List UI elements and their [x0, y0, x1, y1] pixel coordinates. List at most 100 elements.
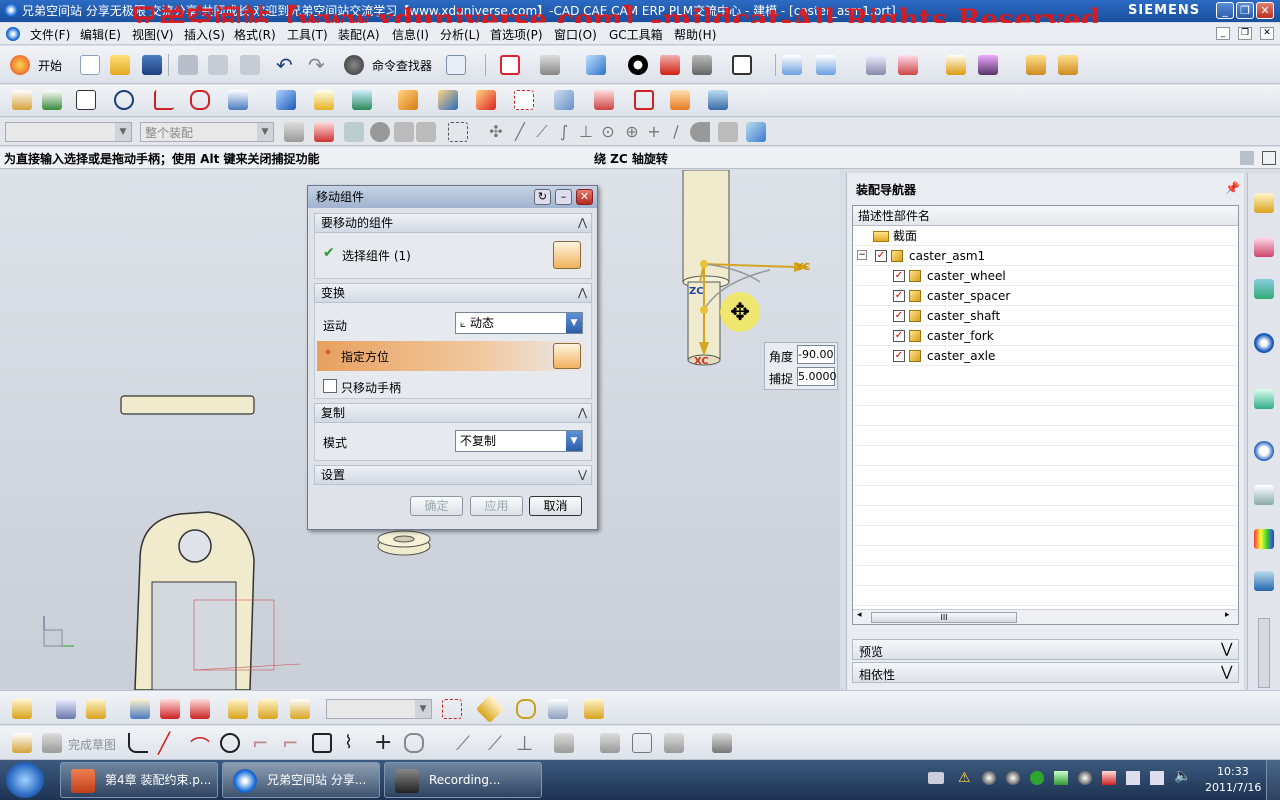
mirror-icon[interactable]: [634, 90, 654, 110]
make-corner-icon[interactable]: ⊥: [516, 731, 533, 755]
ruler-icon[interactable]: [1058, 55, 1078, 75]
move-wcs-icon[interactable]: [816, 55, 836, 75]
intersect-icon[interactable]: [476, 90, 496, 110]
restore-button[interactable]: ❐: [1236, 2, 1254, 19]
usb-icon[interactable]: [1126, 771, 1140, 785]
horizontal-scrollbar[interactable]: ◂ III ▸: [853, 609, 1238, 624]
taskbar-item-nx[interactable]: 兄弟空间站 分享...: [222, 762, 380, 798]
render-style-icon[interactable]: [628, 55, 648, 75]
sketch-icon[interactable]: [12, 733, 32, 753]
tree-row-part[interactable]: ✓ caster_axle: [853, 346, 1238, 366]
reset-icon[interactable]: ↻: [534, 189, 551, 205]
plus-icon[interactable]: [1030, 771, 1044, 785]
angle-input[interactable]: -90.00: [797, 345, 835, 364]
tree-row-part[interactable]: ✓ caster_spacer: [853, 286, 1238, 306]
ok-button[interactable]: 确定: [410, 496, 463, 516]
minimize-button[interactable]: _: [1216, 2, 1234, 19]
mirror-assembly-icon[interactable]: [160, 699, 180, 719]
show-desktop-button[interactable]: [1266, 760, 1280, 800]
constraint-navigator-tab[interactable]: [1254, 237, 1274, 257]
select-component-button[interactable]: [553, 241, 581, 269]
reuse-library-tab[interactable]: [1254, 333, 1274, 353]
column-header[interactable]: 描述性部件名: [853, 206, 1238, 226]
menu-tools[interactable]: 工具(T): [287, 26, 328, 43]
wave-link-icon[interactable]: [516, 699, 536, 719]
snap-point-icon[interactable]: +: [644, 122, 664, 142]
dimension-icon[interactable]: [554, 733, 574, 753]
taskbar-item-recording[interactable]: Recording...: [384, 762, 542, 798]
wcs-icon[interactable]: [782, 55, 802, 75]
snap-quadrant-icon[interactable]: ⊕: [622, 122, 642, 142]
visibility-checkbox[interactable]: ✓: [893, 310, 905, 322]
visibility-checkbox[interactable]: ✓: [875, 250, 887, 262]
new-component-icon[interactable]: [56, 699, 76, 719]
command-finder-label[interactable]: 命令查找器: [372, 57, 432, 74]
menu-file[interactable]: 文件(F): [30, 26, 70, 43]
cut-icon[interactable]: [178, 55, 198, 75]
dependencies-panel-header[interactable]: 相依性 ⋁: [852, 662, 1239, 683]
box-select-icon[interactable]: [448, 122, 468, 142]
subtract-icon[interactable]: [438, 90, 458, 110]
edge-display-icon[interactable]: [692, 55, 712, 75]
snap-grid-icon[interactable]: [718, 122, 738, 142]
snap-icon[interactable]: [978, 55, 998, 75]
snap-curve-icon[interactable]: ∫: [554, 122, 574, 142]
menu-info[interactable]: 信息(I): [392, 26, 429, 43]
measure-icon[interactable]: [1026, 55, 1046, 75]
assembly-constraint-icon[interactable]: [228, 699, 248, 719]
background-icon[interactable]: [732, 55, 752, 75]
process-studio-tab[interactable]: [1254, 571, 1274, 591]
visibility-checkbox[interactable]: ✓: [893, 330, 905, 342]
body-select-icon[interactable]: [416, 122, 436, 142]
section-copy[interactable]: 复制 ⋀: [314, 403, 592, 423]
fillet-icon[interactable]: ⌐: [252, 731, 269, 755]
doc-minimize-button[interactable]: _: [1216, 27, 1230, 40]
feature-select-icon[interactable]: [370, 122, 390, 142]
select-filter-icon[interactable]: [946, 55, 966, 75]
network-icon[interactable]: [1150, 771, 1164, 785]
clock-time[interactable]: 10:33: [1217, 765, 1249, 778]
paste-icon[interactable]: [240, 55, 260, 75]
snap-midpoint-icon[interactable]: ⟋: [532, 122, 552, 142]
show-all-constraints-icon[interactable]: [632, 733, 652, 753]
motion-dropdown[interactable]: ⟀ 动态 ▼: [455, 312, 583, 334]
snap-line-icon[interactable]: ╱: [510, 122, 530, 142]
undo-icon[interactable]: ↶: [276, 53, 293, 77]
tree-row-assembly[interactable]: − ✓ caster_asm1: [853, 246, 1238, 266]
finish-sketch-label[interactable]: 完成草图: [68, 736, 116, 753]
new-parent-icon[interactable]: [86, 699, 106, 719]
menu-assembly[interactable]: 装配(A): [338, 26, 380, 43]
network-tool-icon[interactable]: [1054, 771, 1068, 785]
chamfer-icon[interactable]: ⌐: [282, 731, 299, 755]
warning-icon[interactable]: ⚠: [958, 770, 971, 786]
section-settings[interactable]: 设置 ⋁: [314, 465, 592, 485]
cancel-button[interactable]: 取消: [529, 496, 582, 516]
menu-preferences[interactable]: 首选项(P): [490, 26, 543, 43]
rectangle-icon[interactable]: [76, 90, 96, 110]
component-array-icon[interactable]: [130, 699, 150, 719]
snap-center-icon[interactable]: ⊙: [598, 122, 618, 142]
link-icon[interactable]: [344, 122, 364, 142]
polygon-sketch-icon[interactable]: ⌇: [344, 732, 353, 753]
resource-bar-scroller[interactable]: [1258, 618, 1270, 688]
menu-analysis[interactable]: 分析(L): [440, 26, 480, 43]
offset-curve-icon[interactable]: [404, 733, 424, 753]
auto-constraint-icon[interactable]: [664, 733, 684, 753]
collapse-dialog-icon[interactable]: –: [555, 189, 572, 205]
rectangle-sketch-icon[interactable]: [312, 733, 332, 753]
scroll-thumb[interactable]: III: [871, 612, 1017, 623]
sketch-task-icon[interactable]: [42, 90, 62, 110]
line-icon[interactable]: ╱: [158, 731, 170, 755]
select-components-label[interactable]: 选择组件 (1): [342, 247, 411, 264]
zoom-icon[interactable]: [540, 55, 560, 75]
assembly-navigator-tab[interactable]: [1254, 193, 1274, 213]
open-folder-icon[interactable]: [110, 55, 130, 75]
copy-icon[interactable]: [208, 55, 228, 75]
tree-row-part[interactable]: ✓ caster_fork: [853, 326, 1238, 346]
taskbar-item-powerpoint[interactable]: 第4章 装配约束.p...: [60, 762, 218, 798]
snap-arc-icon[interactable]: [690, 122, 710, 142]
polygon-icon[interactable]: [190, 90, 210, 110]
menu-format[interactable]: 格式(R): [234, 26, 276, 43]
fullscreen-icon[interactable]: [1262, 151, 1276, 165]
profile-icon[interactable]: [128, 733, 148, 753]
